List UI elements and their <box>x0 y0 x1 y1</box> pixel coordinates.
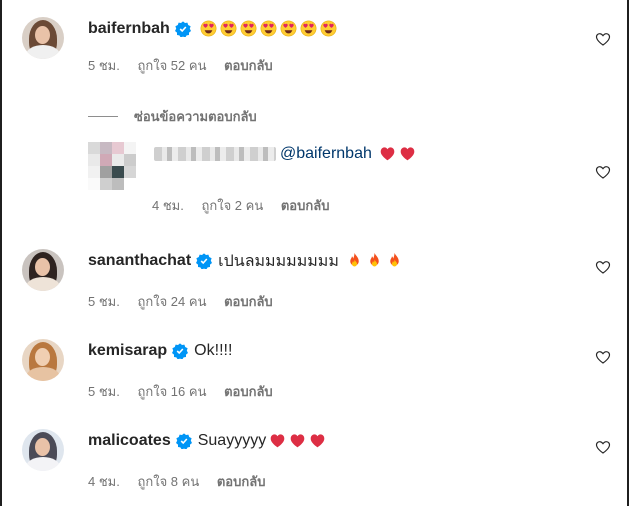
comment-text: Ok!!!! <box>194 342 233 359</box>
comment-meta: 5 ชม. ถูกใจ 52 คน ตอบกลับ <box>88 55 287 76</box>
comment-text: เปนลมมมมมมมม <box>218 252 339 270</box>
red-heart-emoji-icon <box>400 147 415 161</box>
reply-button[interactable]: ตอบกลับ <box>224 384 273 399</box>
avatar[interactable] <box>88 142 136 190</box>
red-heart-emoji-icon <box>310 434 325 448</box>
timestamp: 4 ชม. <box>152 198 184 213</box>
timestamp: 5 ชม. <box>88 384 120 399</box>
heart-eyes-emoji-icon <box>240 20 257 37</box>
mention-link[interactable]: @baifernbah <box>280 145 372 163</box>
avatar[interactable] <box>22 339 64 381</box>
verified-badge-icon <box>175 433 192 449</box>
comment-line: @baifernbah <box>154 142 416 166</box>
comment-baifernbah: baifernbah 5 ชม. ถูกใจ 52 คน ตอบกลับ <box>22 17 611 87</box>
fire-emoji-icon <box>390 253 399 267</box>
divider <box>88 116 118 117</box>
timestamp: 5 ชม. <box>88 294 120 309</box>
like-heart-icon[interactable] <box>595 31 611 47</box>
comment-sananthachat: sananthachat เปนลมมมมมมมม 5 ชม. ถูกใจ 24… <box>22 249 611 319</box>
reply-button[interactable]: ตอบกลับ <box>224 294 273 309</box>
fire-emoji-icon <box>350 253 359 267</box>
username[interactable]: sananthachat <box>88 252 191 270</box>
emoji-group <box>376 145 416 163</box>
comment-line: sananthachat เปนลมมมมมมมม <box>88 249 403 273</box>
emoji-group <box>197 20 337 38</box>
verified-badge-icon <box>172 343 189 359</box>
comment-meta: 4 ชม. ถูกใจ 8 คน ตอบกลับ <box>88 471 279 492</box>
avatar[interactable] <box>22 429 64 471</box>
heart-eyes-emoji-icon <box>320 20 337 37</box>
verified-badge-icon <box>196 253 213 269</box>
heart-eyes-emoji-icon <box>200 20 217 37</box>
comment-malicoates: malicoates Suayyyyy 4 ชม. ถูกใจ 8 คน ตอบ… <box>22 429 611 499</box>
comment-line: baifernbah <box>88 17 337 41</box>
likes-count[interactable]: ถูกใจ 8 คน <box>137 474 199 489</box>
timestamp: 5 ชม. <box>88 58 120 73</box>
verified-badge-icon <box>174 21 191 37</box>
likes-count[interactable]: ถูกใจ 2 คน <box>201 198 263 213</box>
emoji-group <box>343 252 403 270</box>
reply-comment: @baifernbah 4 ชม. ถูกใจ 2 คน ตอบกลับ <box>88 142 611 213</box>
comment-line: kemisarap Ok!!!! <box>88 339 232 363</box>
hide-replies-label: ซ่อนข้อความตอบกลับ <box>134 109 257 124</box>
hide-replies-button[interactable]: ซ่อนข้อความตอบกลับ <box>88 106 257 127</box>
like-heart-icon[interactable] <box>595 349 611 365</box>
username[interactable]: baifernbah <box>88 20 170 38</box>
timestamp: 4 ชม. <box>88 474 120 489</box>
avatar[interactable] <box>22 17 64 59</box>
username[interactable]: malicoates <box>88 432 171 450</box>
blurred-username <box>154 147 276 161</box>
heart-eyes-emoji-icon <box>220 20 237 37</box>
red-heart-emoji-icon <box>270 434 285 448</box>
like-heart-icon[interactable] <box>595 164 611 180</box>
heart-eyes-emoji-icon <box>280 20 297 37</box>
reply-button[interactable]: ตอบกลับ <box>217 474 266 489</box>
username[interactable]: kemisarap <box>88 342 167 360</box>
avatar[interactable] <box>22 249 64 291</box>
red-heart-emoji-icon <box>380 147 395 161</box>
comment-line: malicoates Suayyyyy <box>88 429 326 453</box>
emoji-group <box>266 432 326 450</box>
red-heart-emoji-icon <box>290 434 305 448</box>
comment-meta: 5 ชม. ถูกใจ 16 คน ตอบกลับ <box>88 381 287 402</box>
comment-kemisarap: kemisarap Ok!!!! 5 ชม. ถูกใจ 16 คน ตอบกล… <box>22 339 611 409</box>
likes-count[interactable]: ถูกใจ 24 คน <box>137 294 206 309</box>
like-heart-icon[interactable] <box>595 439 611 455</box>
heart-eyes-emoji-icon <box>300 20 317 37</box>
comment-meta: 5 ชม. ถูกใจ 24 คน ตอบกลับ <box>88 291 287 312</box>
reply-button[interactable]: ตอบกลับ <box>224 58 273 73</box>
heart-eyes-emoji-icon <box>260 20 277 37</box>
reply-button[interactable]: ตอบกลับ <box>281 198 330 213</box>
like-heart-icon[interactable] <box>595 259 611 275</box>
comment-text: Suayyyyy <box>197 432 267 449</box>
likes-count[interactable]: ถูกใจ 52 คน <box>137 58 206 73</box>
comment-meta: 4 ชม. ถูกใจ 2 คน ตอบกลับ <box>152 195 343 216</box>
likes-count[interactable]: ถูกใจ 16 คน <box>137 384 206 399</box>
fire-emoji-icon <box>370 253 379 267</box>
